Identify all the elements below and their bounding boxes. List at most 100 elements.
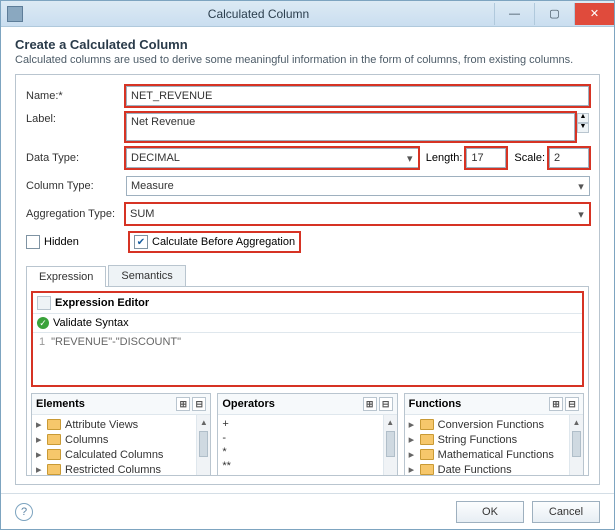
form-panel: Name:* Label: Net Revenue ▲ ▼ Data Type:… [15, 74, 600, 485]
elements-panel: Elements ⊞ ⊟ ▲▼ ▸ Attribute Views ▸ Columns… [31, 393, 211, 476]
folder-icon [47, 419, 61, 430]
folder-icon [420, 419, 434, 430]
list-item[interactable]: ** [222, 459, 394, 473]
list-item[interactable]: / [222, 473, 394, 476]
list-item[interactable]: - [222, 431, 394, 445]
line-number: 1 [39, 336, 45, 348]
functions-panel: Functions ⊞ ⊟ ▲▼ ▸Conversion Functions▸S… [404, 393, 584, 476]
datatype-select[interactable] [126, 148, 419, 168]
item-label: Attribute Views [65, 419, 138, 431]
triangle-right-icon: ▸ [409, 463, 419, 476]
functions-title: Functions [409, 398, 462, 410]
label-spin-down[interactable]: ▼ [577, 123, 589, 133]
expression-pane: Expression Editor ✓ Validate Syntax 1 "RE… [26, 287, 589, 476]
hidden-checkbox[interactable] [26, 235, 40, 249]
folder-icon [420, 464, 434, 475]
calcbefore-checkbox[interactable]: ✔ [134, 235, 148, 249]
elements-title: Elements [36, 398, 85, 410]
hidden-label: Hidden [44, 236, 130, 248]
tree-folder[interactable]: ▸ Columns [36, 432, 208, 447]
tree-folder[interactable]: ▸Conversion Functions [409, 417, 581, 432]
scale-label: Scale: [514, 152, 545, 164]
scrollbar[interactable]: ▲▼ [569, 415, 583, 476]
tab-expression[interactable]: Expression [26, 266, 106, 287]
tree-folder[interactable]: ▸ Attribute Views [36, 417, 208, 432]
item-label: ** [222, 460, 231, 472]
minimize-button[interactable]: — [494, 3, 534, 25]
scrollbar[interactable]: ▲▼ [383, 415, 397, 476]
folder-icon [420, 449, 434, 460]
calcbefore-label: Calculate Before Aggregation [152, 236, 295, 248]
folder-icon [420, 434, 434, 445]
item-label: Columns [65, 434, 108, 446]
validate-label: Validate Syntax [53, 317, 129, 329]
tree-folder[interactable]: ▸ Date Functions [409, 462, 581, 476]
name-label: Name:* [26, 90, 126, 102]
length-label: Length: [426, 152, 463, 164]
tree-folder[interactable]: ▸ Mathematical Functions [409, 447, 581, 462]
close-button[interactable]: ✕ [574, 3, 614, 25]
list-item[interactable]: + [222, 417, 394, 431]
tree-folder[interactable]: ▸ Restricted Columns [36, 462, 208, 476]
triangle-right-icon: ▸ [36, 448, 46, 461]
name-input[interactable] [126, 86, 589, 106]
expand-all-button[interactable]: ⊞ [549, 397, 563, 411]
check-icon: ✓ [37, 317, 49, 329]
item-label: String Functions [438, 434, 517, 446]
page-subtitle: Calculated columns are used to derive so… [15, 54, 600, 66]
tab-semantics[interactable]: Semantics [108, 265, 185, 286]
folder-icon [47, 449, 61, 460]
tree-folder[interactable]: ▸Calculated Columns [36, 447, 208, 462]
operators-panel: Operators ⊞ ⊟ ▲▼ +-***/ [217, 393, 397, 476]
columntype-label: Column Type: [26, 180, 126, 192]
editor-title: Expression Editor [55, 297, 149, 309]
expand-all-button[interactable]: ⊞ [176, 397, 190, 411]
triangle-right-icon: ▸ [409, 433, 419, 446]
item-label: Date Functions [438, 464, 512, 476]
label-input[interactable]: Net Revenue [126, 113, 575, 141]
label-spin-up[interactable]: ▲ [577, 113, 589, 123]
item-label: Restricted Columns [65, 464, 161, 476]
titlebar[interactable]: Calculated Column — ▢ ✕ [1, 1, 614, 27]
label-label: Label: [26, 113, 126, 125]
expression-text: "REVENUE"-"DISCOUNT" [51, 336, 181, 348]
validate-syntax-button[interactable]: ✓ Validate Syntax [33, 314, 582, 333]
collapse-all-button[interactable]: ⊟ [565, 397, 579, 411]
operators-title: Operators [222, 398, 275, 410]
triangle-right-icon: ▸ [409, 418, 419, 431]
columntype-select[interactable] [126, 176, 590, 196]
item-label: * [222, 446, 226, 458]
ok-button[interactable]: OK [456, 501, 524, 523]
expand-all-button[interactable]: ⊞ [363, 397, 377, 411]
item-label: / [222, 474, 225, 476]
folder-icon [47, 464, 61, 475]
datatype-label: Data Type: [26, 152, 126, 164]
triangle-right-icon: ▸ [36, 433, 46, 446]
collapse-all-button[interactable]: ⊟ [379, 397, 393, 411]
expression-textarea[interactable]: 1 "REVENUE"-"DISCOUNT" [33, 333, 582, 385]
calculated-column-dialog: Calculated Column — ▢ ✕ Create a Calcula… [0, 0, 615, 530]
triangle-right-icon: ▸ [36, 463, 46, 476]
scale-input[interactable] [549, 148, 589, 168]
list-item[interactable]: * [222, 445, 394, 459]
cancel-button[interactable]: Cancel [532, 501, 600, 523]
aggtype-select[interactable] [126, 205, 590, 223]
item-label: Mathematical Functions [438, 449, 554, 461]
editor-icon [37, 296, 51, 310]
window-title: Calculated Column [23, 7, 494, 21]
expression-editor: Expression Editor ✓ Validate Syntax 1 "RE… [31, 291, 584, 387]
length-input[interactable] [466, 148, 506, 168]
item-label: + [222, 418, 228, 430]
help-button[interactable]: ? [15, 503, 33, 521]
triangle-right-icon: ▸ [409, 448, 419, 461]
scrollbar[interactable]: ▲▼ [196, 415, 210, 476]
maximize-button[interactable]: ▢ [534, 3, 574, 25]
page-heading: Create a Calculated Column [15, 37, 600, 52]
tree-folder[interactable]: ▸ String Functions [409, 432, 581, 447]
aggtype-label: Aggregation Type: [26, 208, 126, 220]
system-icon [7, 6, 23, 22]
collapse-all-button[interactable]: ⊟ [192, 397, 206, 411]
folder-icon [47, 434, 61, 445]
item-label: - [222, 432, 226, 444]
triangle-right-icon: ▸ [36, 418, 46, 431]
